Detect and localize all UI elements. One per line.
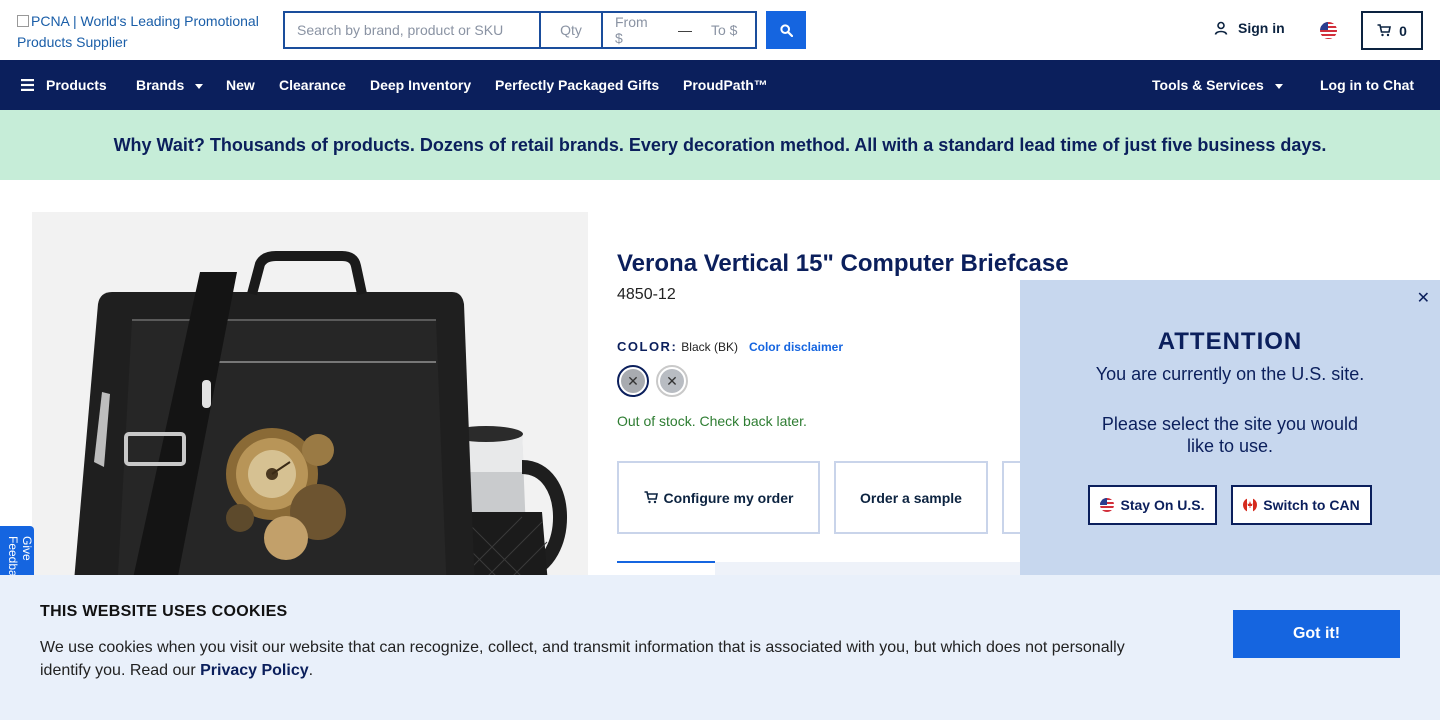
price-range-dash: — [671,13,699,47]
price-from-placeholder: From $ [615,14,648,46]
nav-proudpath[interactable]: ProudPath™ [683,60,768,110]
nav-products[interactable]: Products [21,60,107,110]
search-icon [779,23,793,37]
color-info: COLOR: Black (BK) Color disclaimer [617,339,843,354]
nav-log-in-to-chat[interactable]: Log in to Chat [1320,60,1414,110]
search-button[interactable] [766,11,806,49]
price-to-placeholder: To $ [711,22,738,38]
cart-icon [1377,24,1392,37]
configure-order-button[interactable]: Configure my order [617,461,820,534]
switch-to-can-button[interactable]: Switch to CAN [1231,485,1372,525]
configure-order-label: Configure my order [663,489,794,506]
order-sample-label: Order a sample [860,489,962,506]
hamburger-icon [21,79,34,91]
nav-proudpath-label: ProudPath™ [683,77,768,93]
price-to-input[interactable]: To $ [699,13,755,47]
site-select-modal: ✕ ATTENTION You are currently on the U.S… [1020,280,1440,575]
search-bar: Search by brand, product or SKU Qty From… [283,11,757,49]
active-tab-indicator [617,561,715,563]
main-nav: Products Brands New Clearance Deep Inven… [0,60,1440,110]
stock-status: Out of stock. Check back later. [617,413,807,429]
nav-new[interactable]: New [226,60,255,110]
promo-text: Why Wait? Thousands of products. Dozens … [113,134,1327,155]
color-value: Black (BK) [681,340,738,354]
unavailable-x-icon: ✕ [660,369,684,393]
broken-image-icon [17,15,29,27]
stay-on-us-label: Stay On U.S. [1120,497,1205,513]
user-icon [1214,21,1228,35]
us-flag-icon [1100,498,1115,512]
cart-icon [644,491,658,504]
cookie-text-end: . [308,662,314,679]
nav-products-label: Products [46,77,107,93]
chevron-down-icon [1274,83,1283,89]
modal-title: ATTENTION [1157,328,1303,355]
price-from-input[interactable]: From $ [603,13,671,47]
nav-chat-label: Log in to Chat [1320,77,1415,93]
nav-new-label: New [226,77,255,93]
us-flag-icon[interactable] [1320,22,1337,39]
color-disclaimer-link[interactable]: Color disclaimer [749,340,843,354]
logo-alt-text: PCNA | World's Leading Promotional Produ… [17,13,259,50]
privacy-policy-link[interactable]: Privacy Policy [200,662,309,679]
dash-text: — [678,22,692,38]
cookie-banner: THIS WEBSITE USES COOKIES We use cookies… [0,575,1440,720]
sign-in-link[interactable]: Sign in [1214,20,1285,36]
search-placeholder: Search by brand, product or SKU [297,22,504,38]
cookie-title: THIS WEBSITE USES COOKIES [40,603,288,620]
nav-deep-inventory-label: Deep Inventory [370,77,472,93]
canada-flag-icon [1243,498,1258,512]
nav-brands[interactable]: Brands [136,60,204,110]
nav-tools-services[interactable]: Tools & Services [1152,60,1283,110]
top-header: PCNA | World's Leading Promotional Produ… [0,0,1440,60]
promo-banner: Why Wait? Thousands of products. Dozens … [0,110,1440,180]
stay-on-us-button[interactable]: Stay On U.S. [1088,485,1217,525]
unavailable-x-icon: ✕ [621,369,645,393]
sign-in-label: Sign in [1238,20,1285,36]
nav-tools-label: Tools & Services [1152,77,1264,93]
order-sample-button[interactable]: Order a sample [834,461,988,534]
nav-deep-inventory[interactable]: Deep Inventory [370,60,471,110]
product-sku: 4850-12 [617,286,676,303]
close-icon[interactable]: ✕ [1417,288,1430,308]
product-tabs [715,562,1020,576]
nav-clearance-label: Clearance [279,77,346,93]
qty-input[interactable]: Qty [541,13,603,47]
color-label: COLOR: [617,339,678,354]
search-input[interactable]: Search by brand, product or SKU [285,13,541,47]
cookie-accept-button[interactable]: Got it! [1233,610,1400,658]
cart-button[interactable]: 0 [1361,11,1423,50]
qty-placeholder: Qty [560,22,582,38]
site-logo[interactable]: PCNA | World's Leading Promotional Produ… [17,11,267,53]
cookie-text: We use cookies when you visit our websit… [40,636,1150,682]
modal-select-site-text: Please select the site you would like to… [1101,414,1359,456]
cart-count: 0 [1399,22,1407,39]
nav-gifts-label: Perfectly Packaged Gifts [495,77,660,93]
product-title: Verona Vertical 15" Computer Briefcase [617,250,1069,277]
nav-perfectly-packaged-gifts[interactable]: Perfectly Packaged Gifts [495,60,659,110]
chevron-down-icon [195,83,204,89]
color-swatch[interactable]: ✕ [656,365,688,397]
color-swatch-selected[interactable]: ✕ [617,365,649,397]
nav-brands-label: Brands [136,77,185,93]
nav-clearance[interactable]: Clearance [279,60,346,110]
modal-current-site-text: You are currently on the U.S. site. [1095,364,1365,384]
switch-to-can-label: Switch to CAN [1263,497,1360,513]
